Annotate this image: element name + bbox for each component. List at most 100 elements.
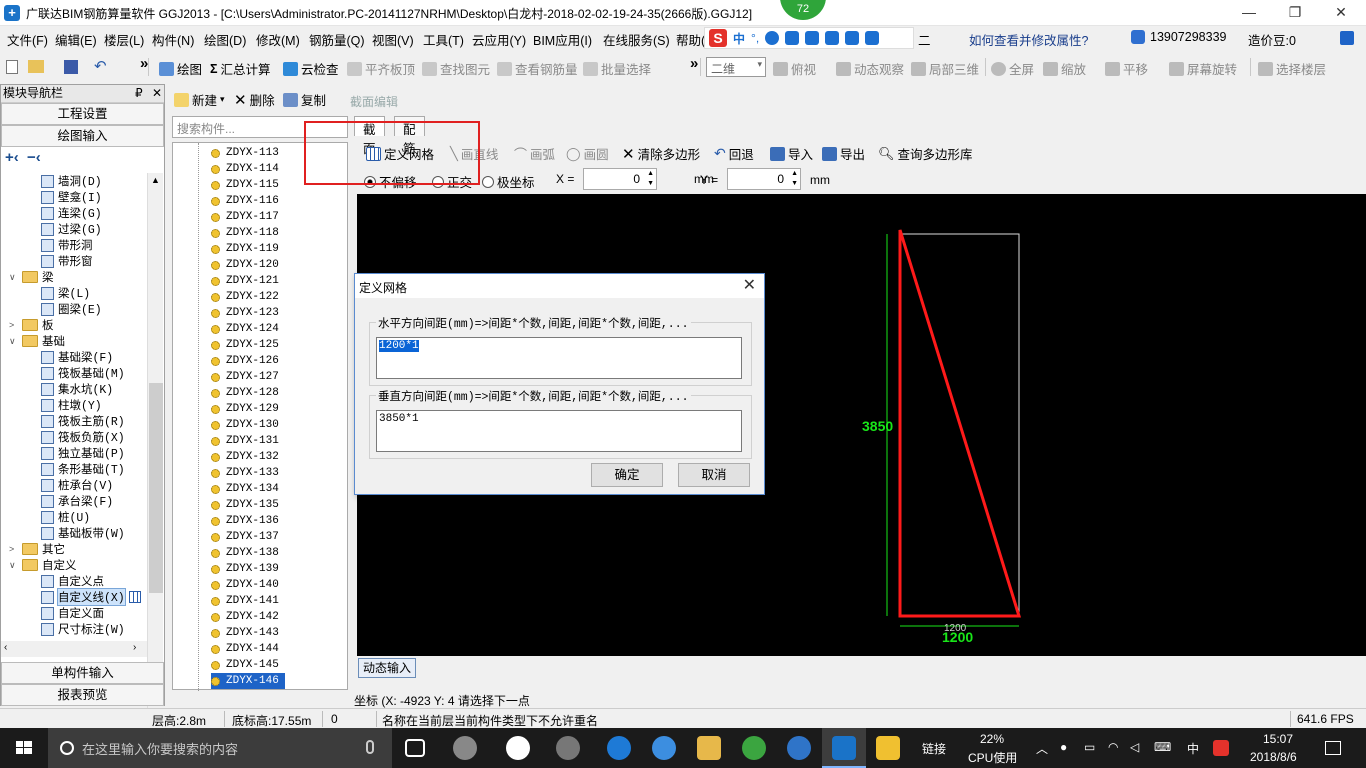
menu-extra[interactable]: 二 xyxy=(918,30,931,49)
component-item[interactable]: ZDYX-114 xyxy=(211,161,279,177)
export-button[interactable]: 导出 xyxy=(822,144,865,163)
y-input[interactable]: 0 ▲ ▼ xyxy=(727,168,801,190)
menu-bim[interactable]: BIM应用(I) xyxy=(533,30,592,49)
scroll-thumb[interactable] xyxy=(149,383,163,593)
sogou-logo-icon[interactable]: S xyxy=(709,29,727,47)
menu-rebar-qty[interactable]: 钢筋量(Q) xyxy=(309,30,365,49)
notification-icon[interactable] xyxy=(1325,741,1341,755)
menu-edit[interactable]: 编辑(E) xyxy=(55,30,97,49)
start-button[interactable] xyxy=(0,728,48,768)
tree-item[interactable]: 承台梁(F) xyxy=(41,493,113,509)
component-item[interactable]: ZDYX-121 xyxy=(211,273,279,289)
tree-item[interactable]: 条形基础(T) xyxy=(41,461,125,477)
new-component-button[interactable]: 新建 ▾ xyxy=(174,90,225,109)
notes-app-icon[interactable] xyxy=(876,736,900,760)
tree-item[interactable]: 带形窗 xyxy=(41,253,93,269)
tree-scrollbar[interactable]: ▲ ▼ xyxy=(147,173,163,725)
menu-tools[interactable]: 工具(T) xyxy=(423,30,464,49)
summary-calc-button[interactable]: Σ 汇总计算 xyxy=(210,59,271,78)
component-item[interactable]: ZDYX-128 xyxy=(211,385,279,401)
ie-blue-icon[interactable] xyxy=(652,736,676,760)
tree-item[interactable]: ∨ 梁 xyxy=(9,269,54,285)
component-item[interactable]: ZDYX-131 xyxy=(211,433,279,449)
cloud-check-button[interactable]: 云检查 xyxy=(283,59,339,78)
task-view-icon[interactable] xyxy=(405,739,425,757)
tree-item[interactable]: 筏板基础(M) xyxy=(41,365,125,381)
tray-person-icon[interactable]: ● xyxy=(1060,740,1067,754)
menu-modify[interactable]: 修改(M) xyxy=(256,30,300,49)
shirt-icon[interactable] xyxy=(845,31,860,45)
component-item[interactable]: ZDYX-139 xyxy=(211,561,279,577)
pan-button[interactable]: 平移 xyxy=(1105,59,1148,78)
ime-mode-chinese[interactable]: 中 xyxy=(733,30,745,47)
mic-icon[interactable] xyxy=(785,31,800,45)
spinner-icon[interactable]: ▲ ▼ xyxy=(647,169,654,189)
sogou-tray-icon[interactable] xyxy=(1213,740,1229,756)
component-item[interactable]: ZDYX-137 xyxy=(211,529,279,545)
step-back-button[interactable]: ↶ 回退 xyxy=(714,144,754,163)
component-item[interactable]: ZDYX-132 xyxy=(211,449,279,465)
battery-icon[interactable]: ▭ xyxy=(1084,740,1095,754)
collapse-icon[interactable]: ∨ xyxy=(9,336,18,347)
zoom-button[interactable]: 缩放 xyxy=(1043,59,1086,78)
component-item[interactable]: ZDYX-136 xyxy=(211,513,279,529)
component-item[interactable]: ZDYX-133 xyxy=(211,465,279,481)
component-item[interactable]: ZDYX-113 xyxy=(211,145,279,161)
ie-icon[interactable] xyxy=(506,736,530,760)
new-file-icon[interactable] xyxy=(6,60,18,74)
tree-item[interactable]: 圈梁(E) xyxy=(41,301,102,317)
draw-button[interactable]: 绘图 xyxy=(159,59,202,78)
top-view-button[interactable]: 俯视 xyxy=(773,59,816,78)
spinner-icon[interactable]: ▲ ▼ xyxy=(791,169,798,189)
component-item[interactable]: ZDYX-126 xyxy=(211,353,279,369)
grid-edit-icon[interactable] xyxy=(128,591,141,603)
horizontal-spacing-input[interactable]: 1200*1 xyxy=(376,337,742,379)
undo-icon[interactable]: ↶ xyxy=(94,57,107,75)
fan-app-icon[interactable] xyxy=(453,736,477,760)
tree-hscrollbar[interactable]: ‹ › xyxy=(1,641,147,657)
component-item[interactable]: ZDYX-115 xyxy=(211,177,279,193)
screen-rotate-button[interactable]: 屏幕旋转 xyxy=(1169,59,1237,78)
select-floor-button[interactable]: 选择楼层 xyxy=(1258,59,1326,78)
single-component-input-button[interactable]: 单构件输入 xyxy=(1,662,164,684)
clear-polygon-button[interactable]: ✕ 清除多边形 xyxy=(622,144,700,163)
drawing-input-button[interactable]: 绘图输入 xyxy=(1,125,164,147)
draw-circle-button[interactable]: ◯ 画圆 xyxy=(566,144,609,163)
scroll-right-icon[interactable]: › xyxy=(133,642,136,653)
tree-item[interactable]: 集水坑(K) xyxy=(41,381,113,397)
tree-item[interactable]: 梁(L) xyxy=(41,285,90,301)
dialog-close-button[interactable]: ✕ xyxy=(743,275,756,295)
tree-item[interactable]: 自定义点 xyxy=(41,573,104,589)
tree-item[interactable]: 独立基础(P) xyxy=(41,445,125,461)
open-folder-icon[interactable] xyxy=(28,60,44,73)
menu-file[interactable]: 文件(F) xyxy=(7,30,48,49)
component-item[interactable]: ZDYX-116 xyxy=(211,193,279,209)
tree-item[interactable]: 筏板主筋(R) xyxy=(41,413,125,429)
view-rebar-qty-button[interactable]: 查看钢筋量 xyxy=(497,59,578,78)
component-item[interactable]: ZDYX-140 xyxy=(211,577,279,593)
clock-date[interactable]: 2018/8/6 xyxy=(1250,750,1297,764)
component-item[interactable]: ZDYX-146 xyxy=(211,673,285,689)
copy-component-button[interactable]: 复制 xyxy=(283,90,326,109)
tree-item[interactable]: > 其它 xyxy=(9,541,65,557)
component-item[interactable]: ZDYX-117 xyxy=(211,209,279,225)
ok-button[interactable]: 确定 xyxy=(591,463,663,487)
keyboard-icon[interactable]: ⌨ xyxy=(1154,740,1171,754)
tree-item[interactable]: 桩(U) xyxy=(41,509,90,525)
component-item[interactable]: ZDYX-120 xyxy=(211,257,279,273)
batch-select-button[interactable]: 批量选择 xyxy=(583,59,651,78)
tree-item[interactable]: 筏板负筋(X) xyxy=(41,429,125,445)
component-item[interactable]: ZDYX-123 xyxy=(211,305,279,321)
polar-radio[interactable]: 极坐标 xyxy=(482,172,535,191)
toolbar-more-icon-2[interactable]: » xyxy=(690,55,698,72)
x-input[interactable]: 0 ▲ ▼ xyxy=(583,168,657,190)
active-app-tab[interactable] xyxy=(822,728,866,768)
component-item[interactable]: ZDYX-127 xyxy=(211,369,279,385)
component-item[interactable]: ZDYX-138 xyxy=(211,545,279,561)
fullscreen-button[interactable]: 全屏 xyxy=(991,59,1034,78)
save-icon[interactable] xyxy=(64,60,78,74)
local-3d-button[interactable]: 局部三维 xyxy=(911,59,979,78)
minimize-button[interactable]: — xyxy=(1226,0,1272,26)
ime-punct[interactable]: °, xyxy=(751,31,759,45)
mic-icon[interactable] xyxy=(366,740,374,754)
